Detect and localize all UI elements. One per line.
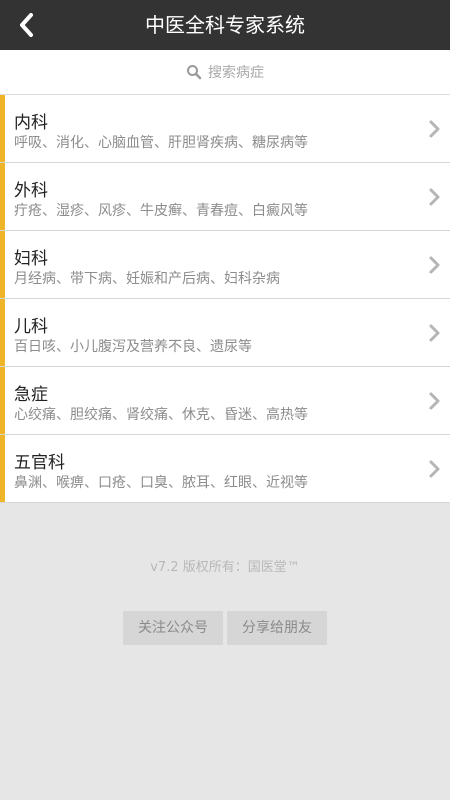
item-title: 五官科 — [14, 453, 65, 473]
category-list: 内科 呼吸、消化、心脑血管、肝胆肾疾病、糖尿病等 外科 疔疮、湿疹、风疹、牛皮癣… — [0, 95, 450, 503]
item-subtitle: 月经病、带下病、妊娠和产后病、妇科杂病 — [14, 271, 280, 287]
accent-bar — [0, 231, 5, 298]
chevron-right-icon — [429, 120, 440, 138]
item-subtitle: 鼻渊、喉痹、口疮、口臭、脓耳、红眼、近视等 — [14, 475, 308, 491]
chevron-right-icon — [429, 460, 440, 478]
accent-bar — [0, 299, 5, 366]
item-subtitle: 呼吸、消化、心脑血管、肝胆肾疾病、糖尿病等 — [14, 135, 308, 151]
follow-account-button[interactable]: 关注公众号 — [123, 611, 223, 645]
list-item-internal-medicine[interactable]: 内科 呼吸、消化、心脑血管、肝胆肾疾病、糖尿病等 — [0, 95, 450, 163]
search-input[interactable]: 搜索病症 — [186, 62, 264, 82]
item-title: 妇科 — [14, 249, 48, 269]
list-item-gynecology[interactable]: 妇科 月经病、带下病、妊娠和产后病、妇科杂病 — [0, 231, 450, 299]
chevron-right-icon — [429, 392, 440, 410]
search-icon — [187, 65, 202, 80]
accent-bar — [0, 435, 5, 502]
chevron-right-icon — [429, 188, 440, 206]
accent-bar — [0, 95, 5, 162]
search-placeholder: 搜索病症 — [208, 65, 264, 81]
search-bar[interactable]: 搜索病症 — [0, 50, 450, 95]
page-title: 中医全科专家系统 — [145, 13, 305, 37]
item-title: 急症 — [14, 385, 48, 405]
chevron-right-icon — [429, 324, 440, 342]
list-item-ent[interactable]: 五官科 鼻渊、喉痹、口疮、口臭、脓耳、红眼、近视等 — [0, 435, 450, 503]
footer-buttons: 关注公众号 分享给朋友 — [0, 611, 450, 645]
item-title: 外科 — [14, 181, 48, 201]
chevron-right-icon — [429, 256, 440, 274]
item-subtitle: 疔疮、湿疹、风疹、牛皮癣、青春痘、白癜风等 — [14, 203, 308, 219]
list-item-emergency[interactable]: 急症 心绞痛、胆绞痛、肾绞痛、休克、昏迷、高热等 — [0, 367, 450, 435]
header-bar: 中医全科专家系统 — [0, 0, 450, 50]
share-button[interactable]: 分享给朋友 — [227, 611, 327, 645]
accent-bar — [0, 163, 5, 230]
item-title: 内科 — [14, 113, 48, 133]
item-subtitle: 百日咳、小儿腹泻及营养不良、遗尿等 — [14, 339, 252, 355]
accent-bar — [0, 367, 5, 434]
copyright-text: v7.2 版权所有：国医堂™ — [150, 560, 300, 575]
item-subtitle: 心绞痛、胆绞痛、肾绞痛、休克、昏迷、高热等 — [14, 407, 308, 423]
list-item-pediatrics[interactable]: 儿科 百日咳、小儿腹泻及营养不良、遗尿等 — [0, 299, 450, 367]
list-item-surgery[interactable]: 外科 疔疮、湿疹、风疹、牛皮癣、青春痘、白癜风等 — [0, 163, 450, 231]
item-title: 儿科 — [14, 317, 48, 337]
